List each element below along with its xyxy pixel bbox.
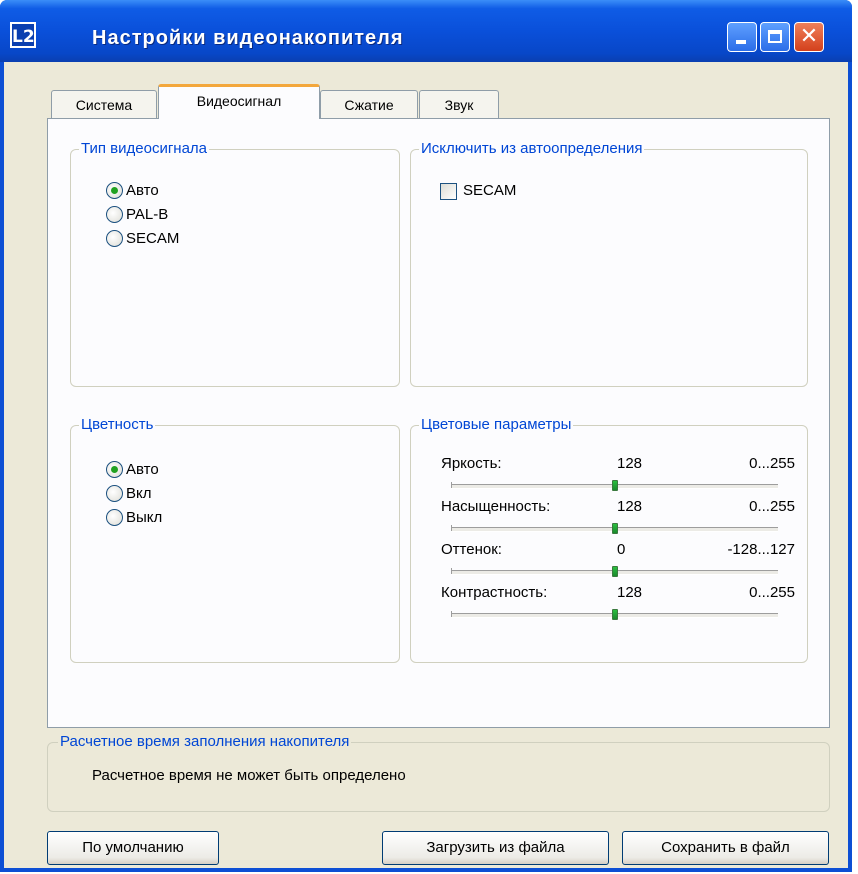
maximize-icon [768, 30, 782, 43]
signal-type-legend: Тип видеосигнала [79, 140, 210, 158]
color-params-legend: Цветовые параметры [419, 416, 574, 434]
save-to-file-button[interactable]: Сохранить в файл [622, 831, 829, 865]
tab-video-signal[interactable]: Видеосигнал [158, 84, 320, 119]
radio-label: Вкл [126, 485, 152, 502]
hue-range: -128...127 [727, 541, 795, 558]
brightness-label: Яркость: [441, 455, 502, 472]
secam-exclude-label: SECAM [463, 182, 517, 199]
radio-button[interactable] [106, 484, 123, 502]
tab-system[interactable]: Система [51, 90, 157, 118]
hue-value: 0 [617, 541, 626, 558]
minimize-button[interactable] [727, 22, 757, 52]
contrast-label: Контрастность: [441, 584, 548, 601]
close-button[interactable]: ✕ [794, 22, 824, 52]
minimize-icon [736, 40, 746, 44]
contrast-range: 0...255 [749, 584, 795, 601]
radio-button[interactable] [106, 508, 123, 526]
radio-label: Авто [126, 461, 159, 478]
saturation-label: Насыщенность: [441, 498, 551, 515]
radio-color-on[interactable]: Вкл [106, 483, 152, 505]
saturation-value: 128 [617, 498, 643, 515]
radio-button[interactable] [106, 205, 123, 223]
radio-signal-pal-b[interactable]: PAL-B [106, 204, 168, 226]
tab-sound[interactable]: Звук [419, 90, 499, 118]
fill-time-estimate-group: Расчетное время заполнения накопителя Ра… [47, 733, 830, 812]
saturation-range: 0...255 [749, 498, 795, 515]
radio-color-auto[interactable]: Авто [106, 459, 159, 481]
app-icon: L2 [10, 22, 36, 48]
brightness-slider-thumb[interactable] [612, 480, 619, 491]
tab-compression[interactable]: Сжатие [320, 90, 418, 118]
load-from-file-button[interactable]: Загрузить из файла [382, 831, 609, 865]
radio-label: PAL-B [126, 206, 169, 223]
radio-button[interactable] [106, 229, 123, 247]
brightness-range: 0...255 [749, 455, 795, 472]
video-signal-panel: Тип видеосигнала Авто PAL-B SECAM Исключ… [47, 118, 830, 728]
window-title: Настройки видеонакопителя [92, 27, 404, 49]
color-mode-group: Цветность Авто Вкл Выкл [70, 416, 400, 663]
radio-label: SECAM [126, 230, 180, 247]
close-icon: ✕ [799, 24, 819, 49]
hue-slider-thumb[interactable] [612, 566, 619, 577]
fill-time-estimate-legend: Расчетное время заполнения накопителя [58, 733, 352, 751]
hue-label: Оттенок: [441, 541, 502, 558]
exclude-autodetect-group: Исключить из автоопределения SECAM [410, 140, 808, 387]
color-params-group: Цветовые параметры Яркость: 128 0...255 … [410, 416, 808, 663]
color-mode-legend: Цветность [79, 416, 156, 434]
contrast-value: 128 [617, 584, 643, 601]
signal-type-group: Тип видеосигнала Авто PAL-B SECAM [70, 140, 400, 387]
radio-color-off[interactable]: Выкл [106, 507, 162, 529]
fill-time-estimate-text: Расчетное время не может быть определено [92, 767, 406, 784]
settings-window: L2 Настройки видеонакопителя ✕ Система В… [0, 0, 852, 872]
saturation-slider-thumb[interactable] [612, 523, 619, 534]
dialog-client-area: Система Видеосигнал Сжатие Звук Тип виде… [4, 62, 848, 868]
default-button[interactable]: По умолчанию [47, 831, 219, 865]
brightness-value: 128 [617, 455, 643, 472]
radio-label: Выкл [126, 509, 163, 526]
maximize-button[interactable] [760, 22, 790, 52]
radio-button-checked[interactable] [106, 460, 123, 478]
secam-exclude-checkbox[interactable] [440, 183, 457, 200]
contrast-slider-thumb[interactable] [612, 609, 619, 620]
radio-signal-auto[interactable]: Авто [106, 180, 159, 202]
radio-button-checked[interactable] [106, 181, 123, 199]
title-bar[interactable]: L2 Настройки видеонакопителя ✕ [0, 0, 852, 62]
exclude-autodetect-legend: Исключить из автоопределения [419, 140, 645, 158]
radio-label: Авто [126, 182, 159, 199]
radio-signal-secam[interactable]: SECAM [106, 228, 179, 250]
